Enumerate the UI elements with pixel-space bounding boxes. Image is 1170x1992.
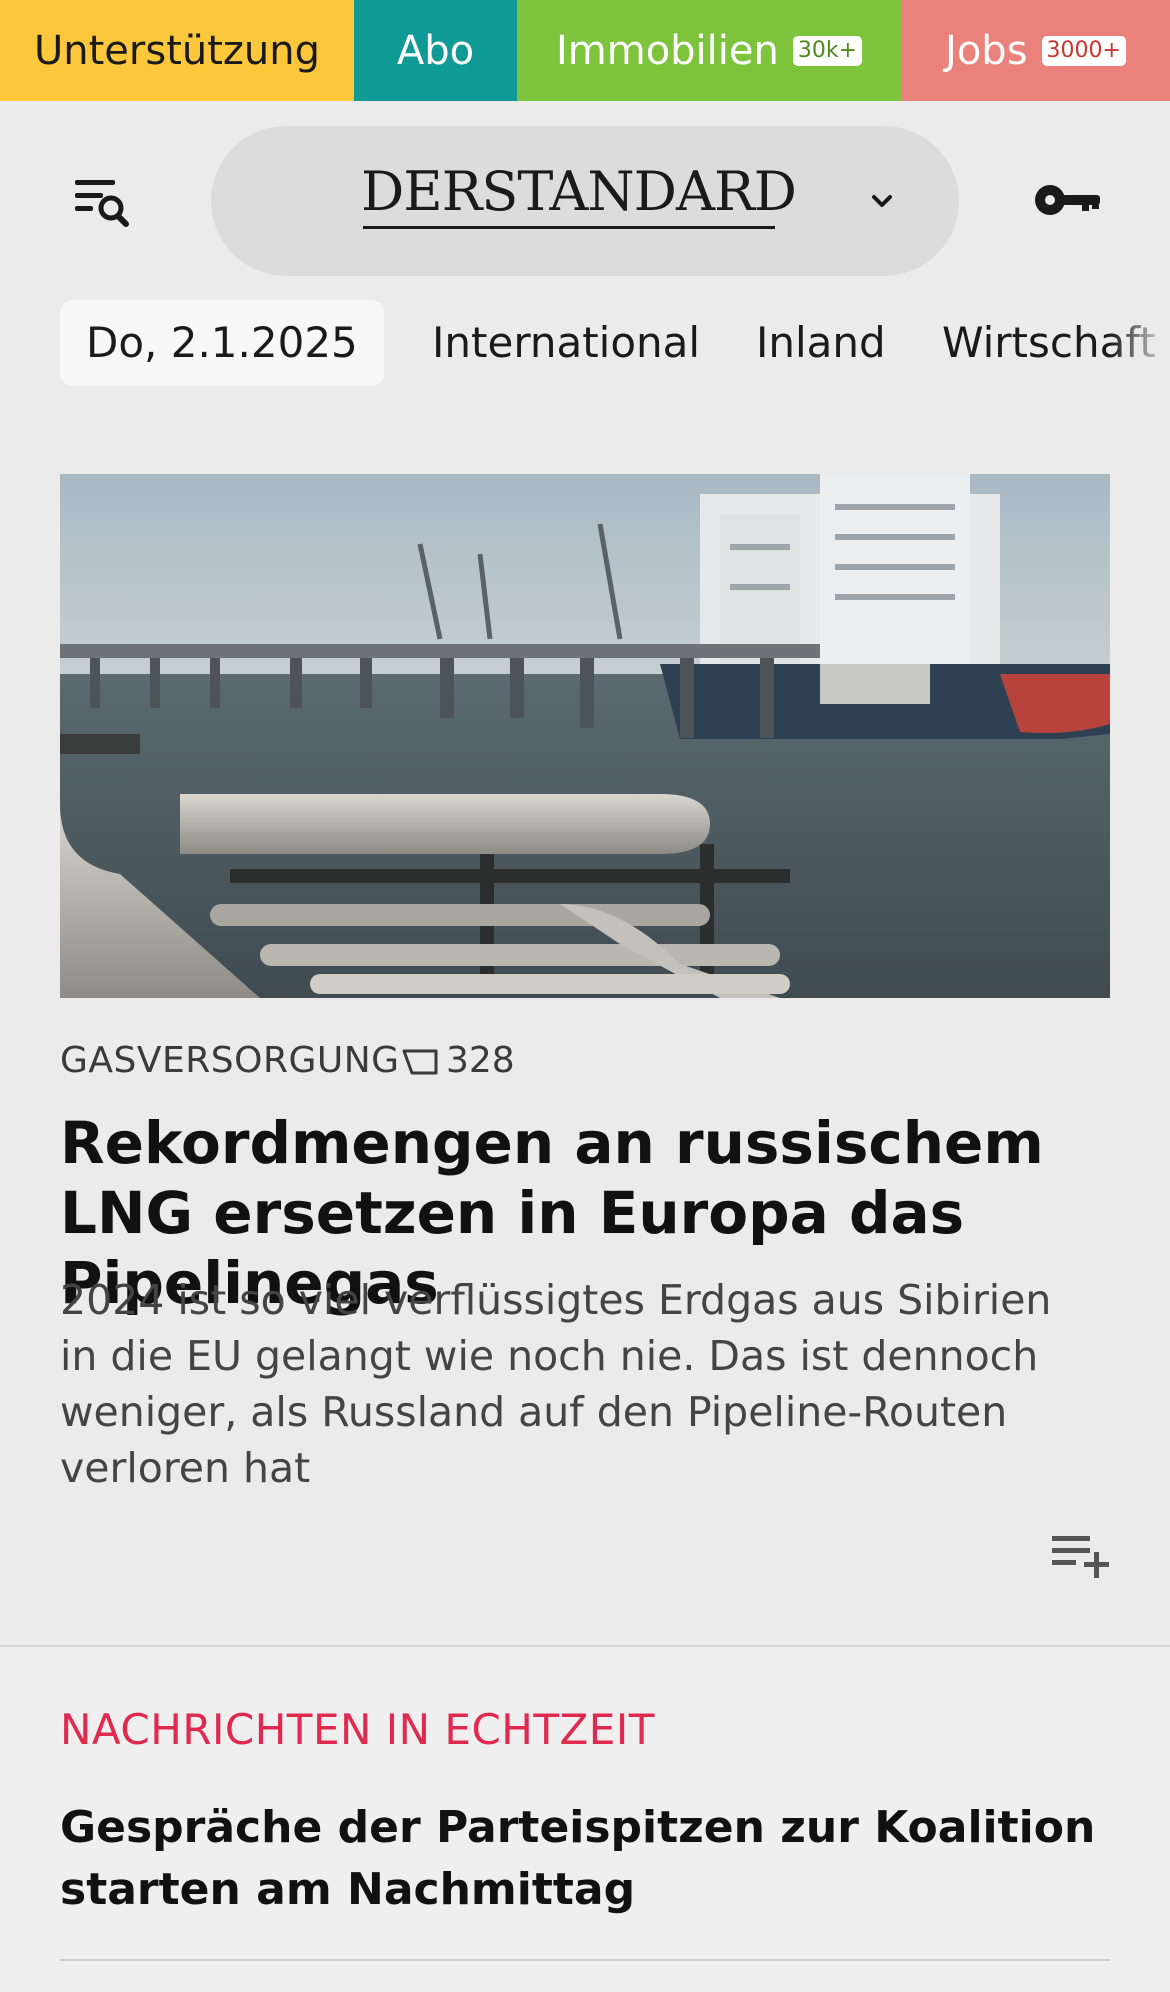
live-news-headline[interactable]: Gespräche der Parteispitzen zur Koalitio…: [60, 1797, 1120, 1921]
abo-label: Abo: [396, 27, 475, 74]
comment-icon: [402, 1049, 438, 1074]
key-icon: [1035, 185, 1100, 215]
immobilien-badge: 30k+: [792, 35, 863, 66]
abo-link[interactable]: Abo: [354, 0, 517, 101]
menu-search-button[interactable]: [60, 170, 140, 240]
live-news-section: NACHRICHTEN IN ECHTZEIT Gespräche der Pa…: [0, 1645, 1170, 1992]
menu-search-icon: [75, 180, 129, 227]
immobilien-label: Immobilien: [555, 27, 779, 74]
chevron-down-icon: [872, 195, 892, 207]
nav-item-inland[interactable]: Inland: [756, 300, 886, 386]
jobs-link[interactable]: Jobs 3000+: [901, 0, 1170, 101]
article-kicker[interactable]: GASVERSORGUNG: [60, 1040, 400, 1081]
logo-underline: [363, 226, 775, 229]
lng-terminal-photo: [60, 474, 1110, 998]
jobs-badge: 3000+: [1041, 35, 1126, 66]
support-link[interactable]: Unterstützung: [0, 0, 354, 101]
divider: [60, 1959, 1110, 1961]
support-label: Unterstützung: [33, 27, 320, 74]
nav-item-international[interactable]: International: [432, 300, 700, 386]
nav-fade: [1110, 300, 1170, 386]
site-logo: DERSTANDARD: [361, 160, 797, 223]
logo-edition-switcher[interactable]: DERSTANDARD: [211, 126, 959, 276]
section-nav: Do, 2.1.2025 International Inland Wirtsc…: [0, 300, 1170, 386]
playlist-add-icon: [1052, 1536, 1109, 1578]
add-to-reading-list-button[interactable]: [1050, 1530, 1112, 1580]
article-teaser: 2024 ist so viel verflüssigtes Erdgas au…: [60, 1276, 1052, 1492]
comment-count: 328: [446, 1040, 515, 1081]
immobilien-link[interactable]: Immobilien 30k+: [517, 0, 901, 101]
live-news-title[interactable]: NACHRICHTEN IN ECHTZEIT: [60, 1705, 655, 1754]
article-comments[interactable]: 328: [400, 1040, 515, 1081]
current-date: Do, 2.1.2025: [60, 300, 384, 386]
jobs-label: Jobs: [945, 27, 1028, 74]
top-service-bar: Unterstützung Abo Immobilien 30k+ Jobs 3…: [0, 0, 1170, 101]
article-hero-image[interactable]: [60, 474, 1110, 998]
login-button[interactable]: [1030, 175, 1110, 225]
